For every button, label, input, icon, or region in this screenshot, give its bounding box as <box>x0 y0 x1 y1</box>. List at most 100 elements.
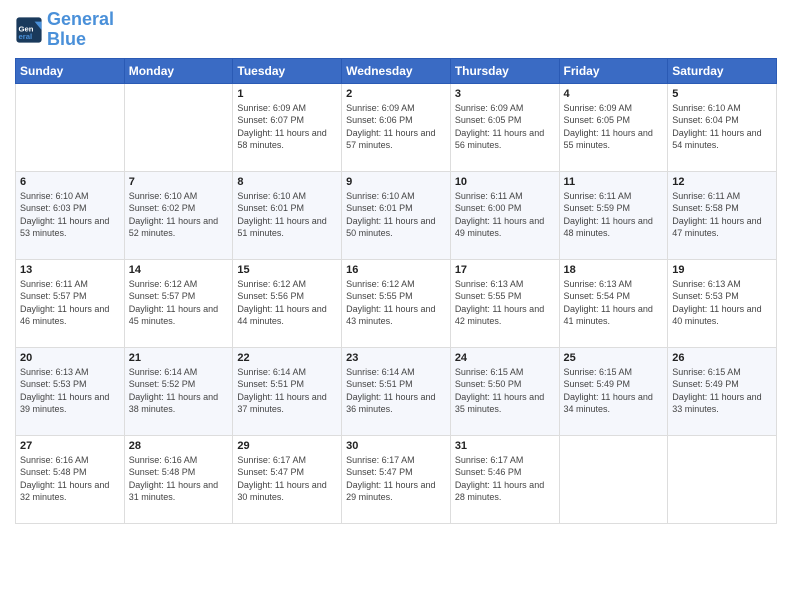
day-number: 22 <box>237 352 337 364</box>
calendar-cell: 2 Sunrise: 6:09 AMSunset: 6:06 PMDaylight… <box>342 83 451 171</box>
weekday-header-friday: Friday <box>559 58 668 83</box>
day-number: 29 <box>237 440 337 452</box>
calendar-cell: 20 Sunrise: 6:13 AMSunset: 5:53 PMDayligh… <box>16 347 125 435</box>
day-number: 26 <box>672 352 772 364</box>
day-number: 24 <box>455 352 555 364</box>
day-number: 17 <box>455 264 555 276</box>
day-number: 21 <box>129 352 229 364</box>
cell-info: Sunrise: 6:09 AMSunset: 6:05 PMDaylight:… <box>455 102 555 152</box>
cell-info: Sunrise: 6:09 AMSunset: 6:05 PMDaylight:… <box>564 102 664 152</box>
calendar-week-5: 27Sunrise: 6:16 AMSunset: 5:48 PMDayligh… <box>16 435 777 523</box>
calendar-cell: 26Sunrise: 6:15 AMSunset: 5:49 PMDayligh… <box>668 347 777 435</box>
calendar-cell: 28 Sunrise: 6:16 AMSunset: 5:48 PMDayligh… <box>124 435 233 523</box>
calendar-cell: 31 Sunrise: 6:17 AMSunset: 5:46 PMDayligh… <box>450 435 559 523</box>
calendar-week-4: 20 Sunrise: 6:13 AMSunset: 5:53 PMDayligh… <box>16 347 777 435</box>
calendar-cell: 16 Sunrise: 6:12 AMSunset: 5:55 PMDayligh… <box>342 259 451 347</box>
cell-info: Sunrise: 6:14 AMSunset: 5:51 PMDaylight:… <box>346 366 446 416</box>
day-number: 18 <box>564 264 664 276</box>
cell-info: Sunrise: 6:17 AMSunset: 5:47 PMDaylight:… <box>346 454 446 504</box>
calendar-cell: 6 Sunrise: 6:10 AMSunset: 6:03 PMDaylight… <box>16 171 125 259</box>
calendar-cell: 11 Sunrise: 6:11 AMSunset: 5:59 PMDayligh… <box>559 171 668 259</box>
weekday-header-monday: Monday <box>124 58 233 83</box>
weekday-header-saturday: Saturday <box>668 58 777 83</box>
cell-info: Sunrise: 6:17 AMSunset: 5:46 PMDaylight:… <box>455 454 555 504</box>
cell-info: Sunrise: 6:12 AMSunset: 5:57 PMDaylight:… <box>129 278 229 328</box>
day-number: 28 <box>129 440 229 452</box>
calendar-cell <box>16 83 125 171</box>
logo: Gen eral GeneralBlue <box>15 10 114 50</box>
cell-info: Sunrise: 6:17 AMSunset: 5:47 PMDaylight:… <box>237 454 337 504</box>
day-number: 10 <box>455 176 555 188</box>
weekday-header-sunday: Sunday <box>16 58 125 83</box>
day-number: 13 <box>20 264 120 276</box>
day-number: 16 <box>346 264 446 276</box>
day-number: 11 <box>564 176 664 188</box>
calendar-cell: 9 Sunrise: 6:10 AMSunset: 6:01 PMDaylight… <box>342 171 451 259</box>
day-number: 15 <box>237 264 337 276</box>
cell-info: Sunrise: 6:13 AMSunset: 5:53 PMDaylight:… <box>672 278 772 328</box>
weekday-header-wednesday: Wednesday <box>342 58 451 83</box>
cell-info: Sunrise: 6:15 AMSunset: 5:49 PMDaylight:… <box>564 366 664 416</box>
cell-info: Sunrise: 6:16 AMSunset: 5:48 PMDaylight:… <box>129 454 229 504</box>
calendar-cell: 24Sunrise: 6:15 AMSunset: 5:50 PMDayligh… <box>450 347 559 435</box>
calendar-cell: 27Sunrise: 6:16 AMSunset: 5:48 PMDayligh… <box>16 435 125 523</box>
calendar-cell: 14 Sunrise: 6:12 AMSunset: 5:57 PMDayligh… <box>124 259 233 347</box>
calendar-cell: 4 Sunrise: 6:09 AMSunset: 6:05 PMDaylight… <box>559 83 668 171</box>
day-number: 8 <box>237 176 337 188</box>
day-number: 5 <box>672 88 772 100</box>
day-number: 31 <box>455 440 555 452</box>
cell-info: Sunrise: 6:10 AMSunset: 6:01 PMDaylight:… <box>237 190 337 240</box>
calendar-cell: 18Sunrise: 6:13 AMSunset: 5:54 PMDayligh… <box>559 259 668 347</box>
calendar-cell: 23 Sunrise: 6:14 AMSunset: 5:51 PMDayligh… <box>342 347 451 435</box>
calendar-cell: 30 Sunrise: 6:17 AMSunset: 5:47 PMDayligh… <box>342 435 451 523</box>
logo-icon: Gen eral <box>15 16 43 44</box>
weekday-header-thursday: Thursday <box>450 58 559 83</box>
day-number: 25 <box>564 352 664 364</box>
calendar-cell: 10Sunrise: 6:11 AMSunset: 6:00 PMDayligh… <box>450 171 559 259</box>
calendar-header: SundayMondayTuesdayWednesdayThursdayFrid… <box>16 58 777 83</box>
cell-info: Sunrise: 6:10 AMSunset: 6:04 PMDaylight:… <box>672 102 772 152</box>
cell-info: Sunrise: 6:13 AMSunset: 5:55 PMDaylight:… <box>455 278 555 328</box>
cell-info: Sunrise: 6:11 AMSunset: 5:59 PMDaylight:… <box>564 190 664 240</box>
calendar-table: SundayMondayTuesdayWednesdayThursdayFrid… <box>15 58 777 524</box>
day-number: 2 <box>346 88 446 100</box>
day-number: 23 <box>346 352 446 364</box>
cell-info: Sunrise: 6:13 AMSunset: 5:53 PMDaylight:… <box>20 366 120 416</box>
cell-info: Sunrise: 6:16 AMSunset: 5:48 PMDaylight:… <box>20 454 120 504</box>
cell-info: Sunrise: 6:10 AMSunset: 6:01 PMDaylight:… <box>346 190 446 240</box>
weekday-header-tuesday: Tuesday <box>233 58 342 83</box>
page-header: Gen eral GeneralBlue <box>15 10 777 50</box>
calendar-cell: 5 Sunrise: 6:10 AMSunset: 6:04 PMDaylight… <box>668 83 777 171</box>
calendar-cell: 12Sunrise: 6:11 AMSunset: 5:58 PMDayligh… <box>668 171 777 259</box>
calendar-cell: 29 Sunrise: 6:17 AMSunset: 5:47 PMDayligh… <box>233 435 342 523</box>
day-number: 30 <box>346 440 446 452</box>
calendar-week-1: 1 Sunrise: 6:09 AMSunset: 6:07 PMDaylight… <box>16 83 777 171</box>
calendar-body: 1 Sunrise: 6:09 AMSunset: 6:07 PMDaylight… <box>16 83 777 523</box>
calendar-cell: 3Sunrise: 6:09 AMSunset: 6:05 PMDaylight… <box>450 83 559 171</box>
calendar-cell: 15Sunrise: 6:12 AMSunset: 5:56 PMDayligh… <box>233 259 342 347</box>
cell-info: Sunrise: 6:14 AMSunset: 5:51 PMDaylight:… <box>237 366 337 416</box>
calendar-cell: 1 Sunrise: 6:09 AMSunset: 6:07 PMDaylight… <box>233 83 342 171</box>
cell-info: Sunrise: 6:10 AMSunset: 6:03 PMDaylight:… <box>20 190 120 240</box>
calendar-cell <box>668 435 777 523</box>
calendar-cell: 13 Sunrise: 6:11 AMSunset: 5:57 PMDayligh… <box>16 259 125 347</box>
day-number: 14 <box>129 264 229 276</box>
calendar-cell: 7Sunrise: 6:10 AMSunset: 6:02 PMDaylight… <box>124 171 233 259</box>
day-number: 1 <box>237 88 337 100</box>
day-number: 9 <box>346 176 446 188</box>
calendar-cell: 17 Sunrise: 6:13 AMSunset: 5:55 PMDayligh… <box>450 259 559 347</box>
cell-info: Sunrise: 6:09 AMSunset: 6:06 PMDaylight:… <box>346 102 446 152</box>
cell-info: Sunrise: 6:09 AMSunset: 6:07 PMDaylight:… <box>237 102 337 152</box>
day-number: 20 <box>20 352 120 364</box>
calendar-cell <box>559 435 668 523</box>
logo-text: GeneralBlue <box>47 10 114 50</box>
cell-info: Sunrise: 6:12 AMSunset: 5:55 PMDaylight:… <box>346 278 446 328</box>
cell-info: Sunrise: 6:10 AMSunset: 6:02 PMDaylight:… <box>129 190 229 240</box>
day-number: 6 <box>20 176 120 188</box>
calendar-week-3: 13 Sunrise: 6:11 AMSunset: 5:57 PMDayligh… <box>16 259 777 347</box>
day-number: 4 <box>564 88 664 100</box>
cell-info: Sunrise: 6:11 AMSunset: 5:57 PMDaylight:… <box>20 278 120 328</box>
svg-text:eral: eral <box>19 32 33 41</box>
calendar-cell: 25 Sunrise: 6:15 AMSunset: 5:49 PMDayligh… <box>559 347 668 435</box>
calendar-cell: 22 Sunrise: 6:14 AMSunset: 5:51 PMDayligh… <box>233 347 342 435</box>
